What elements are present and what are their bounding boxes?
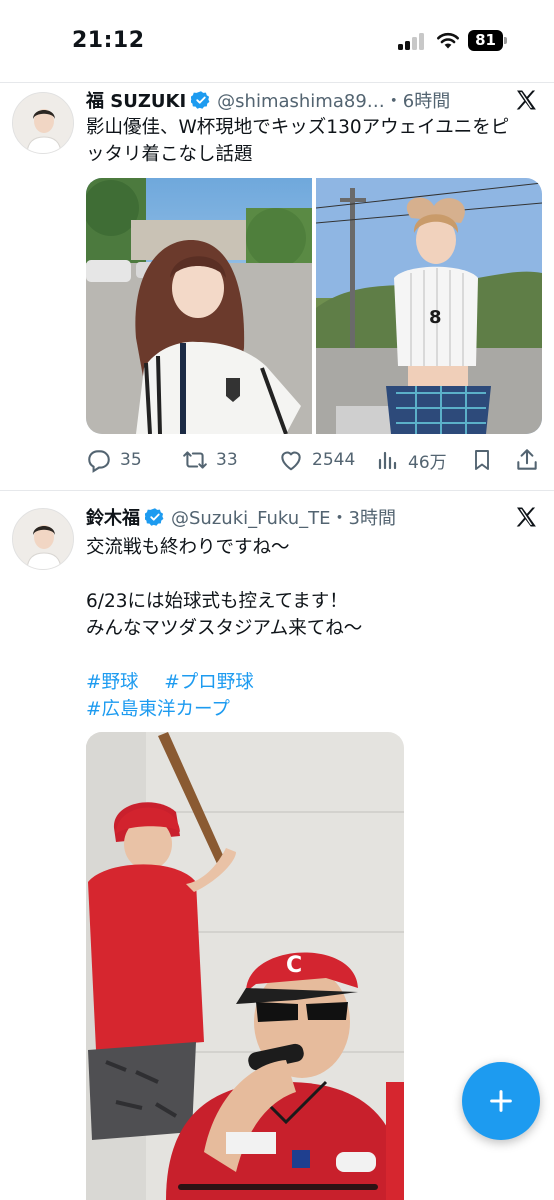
x-logo-icon[interactable] xyxy=(514,88,538,112)
reply-button[interactable]: 35 xyxy=(86,446,142,474)
reply-icon xyxy=(88,450,110,473)
person-avatar-icon xyxy=(13,93,73,153)
post-actions: 35 33 2544 46万 xyxy=(86,446,542,474)
post-text-line: 6/23には始球式も控えてます！ xyxy=(86,591,348,612)
wifi-icon xyxy=(437,33,459,49)
heart-icon xyxy=(281,451,301,471)
share-button[interactable] xyxy=(514,446,548,474)
repost-button[interactable]: 33 xyxy=(182,446,238,474)
repost-icon xyxy=(183,451,207,469)
views-count: 46万 xyxy=(408,452,447,473)
status-bar: 21:12 81 xyxy=(0,0,554,82)
hashtag-link[interactable]: #プロ野球 xyxy=(164,672,254,693)
home-indicator[interactable] xyxy=(178,1184,378,1190)
cellular-signal-icon xyxy=(398,32,426,50)
svg-text:8: 8 xyxy=(429,307,442,328)
post-text-line: ッタリ着こなし話題 xyxy=(86,144,253,165)
views-button[interactable]: 46万 xyxy=(376,446,447,474)
like-count: 2544 xyxy=(312,450,356,470)
handle-and-time: @shimashima89…・6時間 xyxy=(217,91,451,112)
battery-level: 81 xyxy=(468,30,503,51)
x-logo-icon[interactable] xyxy=(514,505,538,529)
verified-badge-icon xyxy=(191,90,211,110)
post-header: 福 SUZUKI @shimashima89…・6時間 xyxy=(86,86,450,114)
post-text-line xyxy=(86,561,542,588)
hashtag-link[interactable]: #広島東洋カープ xyxy=(86,699,230,720)
plus-icon xyxy=(490,1090,512,1112)
post-text: 影山優佳、W杯現地でキッズ130アウェイユニをピ ッタリ着こなし話題 xyxy=(86,114,542,168)
bookmark-icon xyxy=(475,450,489,470)
post-text-line: 交流戦も終わりですね〜 xyxy=(86,537,290,558)
photo-woman-in-striped-jersey-icon[interactable]: 8 xyxy=(316,178,542,434)
views-chart-icon xyxy=(378,451,397,470)
bookmark-button[interactable] xyxy=(470,446,502,474)
reply-count: 35 xyxy=(120,450,142,470)
post-text-line: みんなマツダスタジアム来てね〜 xyxy=(86,618,363,639)
repost-count: 33 xyxy=(216,450,238,470)
post-text: 交流戦も終わりですね〜 6/23には始球式も控えてます！ みんなマツダスタジアム… xyxy=(86,534,542,723)
status-time: 21:12 xyxy=(72,28,145,53)
post-text-line: 影山優佳、W杯現地でキッズ130アウェイユニをピ xyxy=(86,117,510,138)
handle-and-time: @Suzuki_Fuku_TE・3時間 xyxy=(171,508,396,529)
avatar[interactable] xyxy=(12,92,74,154)
verified-badge-icon xyxy=(145,507,165,527)
top-divider xyxy=(0,82,554,83)
video-baseball-players-icon[interactable]: C xyxy=(86,732,404,1200)
battery-icon: 81 xyxy=(468,30,508,51)
hashtag-link[interactable]: #野球 xyxy=(86,672,139,693)
post-divider xyxy=(0,490,554,491)
avatar[interactable] xyxy=(12,508,74,570)
photo-woman-in-adidas-jersey-icon[interactable] xyxy=(86,178,312,434)
display-name[interactable]: 鈴木福 xyxy=(86,504,140,530)
display-name[interactable]: 福 SUZUKI xyxy=(86,87,186,113)
compose-button[interactable] xyxy=(462,1062,540,1140)
like-button[interactable]: 2544 xyxy=(278,446,355,474)
post-header: 鈴木福 @Suzuki_Fuku_TE・3時間 xyxy=(86,503,396,531)
person-avatar-icon xyxy=(13,509,73,569)
share-icon xyxy=(517,449,537,470)
svg-text:C: C xyxy=(286,953,302,978)
